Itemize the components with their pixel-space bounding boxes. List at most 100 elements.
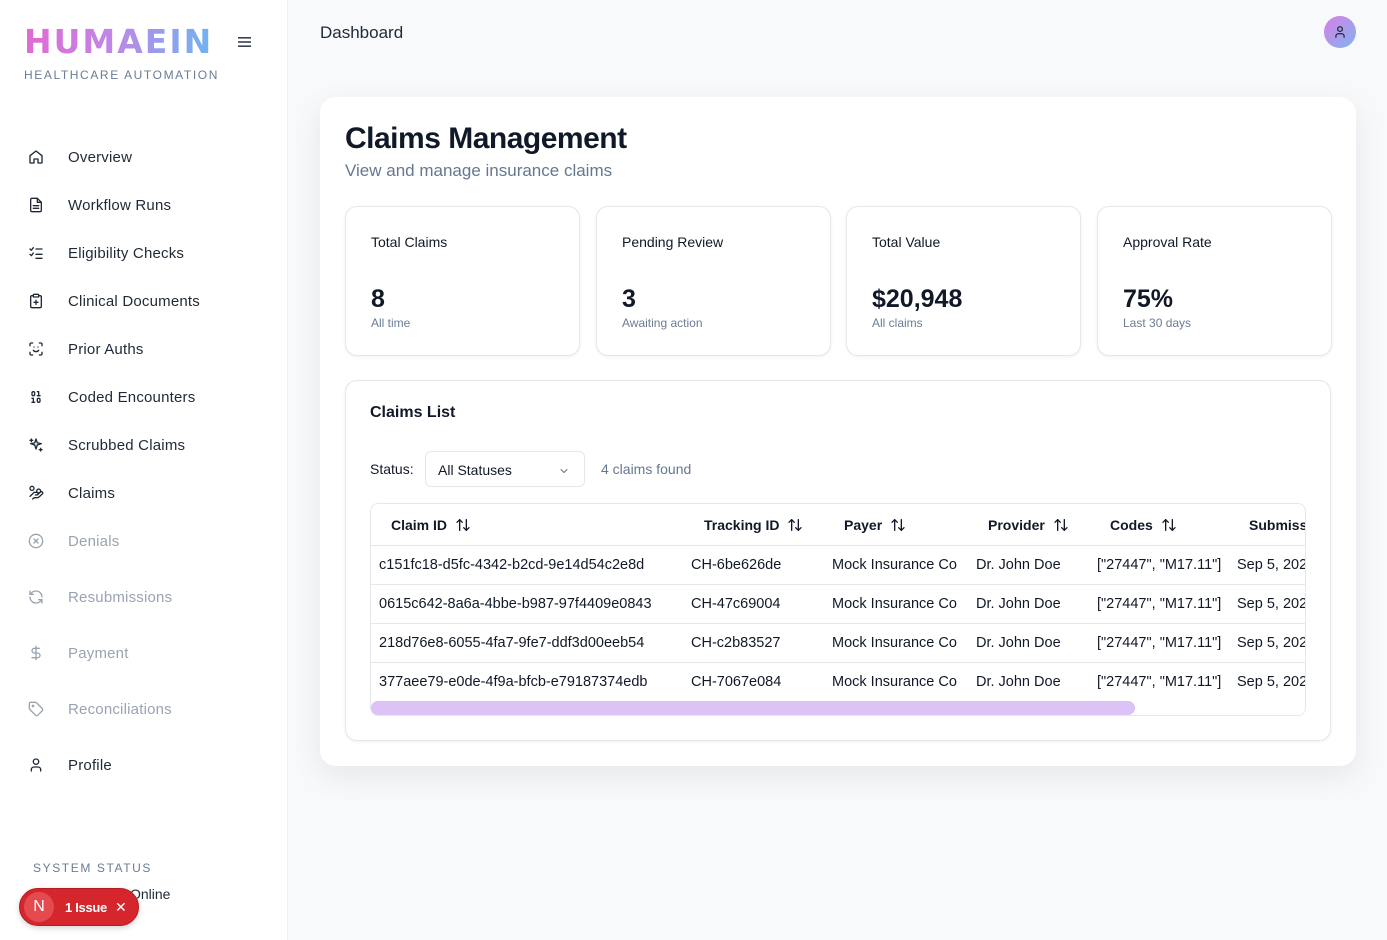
cell-payer: Mock Insurance Co (832, 557, 957, 573)
sidebar-item-workflow-runs[interactable]: Workflow Runs (24, 189, 264, 221)
scan-face-icon (24, 337, 48, 361)
claims-list-title: Claims List (370, 404, 456, 421)
cell-submission-date: Sep 5, 202 (1237, 674, 1306, 690)
refresh-icon (24, 585, 48, 609)
cell-submission-date: Sep 5, 202 (1237, 596, 1306, 612)
cell-provider: Dr. John Doe (976, 596, 1061, 612)
cell-codes: ["27447", "M17.11"] (1097, 635, 1222, 651)
stat-label: Pending Review (622, 234, 724, 250)
cell-claim-id: 0615c642-8a6a-4bbe-b987-97f4409e0843 (379, 596, 652, 612)
column-header-codes[interactable]: Codes (1110, 504, 1177, 545)
cell-tracking-id: CH-c2b83527 (691, 635, 781, 651)
column-header-tracking-id[interactable]: Tracking ID (704, 504, 803, 545)
column-header-payer[interactable]: Payer (844, 504, 906, 545)
sort-icon (787, 517, 803, 533)
avatar[interactable] (1324, 16, 1356, 48)
sidebar-item-claims[interactable]: Claims (24, 477, 264, 509)
stat-note: All claims (872, 316, 923, 330)
brand-tagline: HEALTHCARE AUTOMATION (24, 68, 219, 82)
claims-table: Claim ID Tracking ID Payer Provider Code… (370, 503, 1306, 716)
tag-icon (24, 697, 48, 721)
cell-payer: Mock Insurance Co (832, 674, 957, 690)
list-checks-icon (24, 241, 48, 265)
sidebar-item-eligibility-checks[interactable]: Eligibility Checks (24, 237, 264, 269)
cell-provider: Dr. John Doe (976, 557, 1061, 573)
sidebar-item-label: Scrubbed Claims (68, 436, 186, 454)
stat-card-approval-rate: Approval Rate 75% Last 30 days (1097, 206, 1332, 356)
stat-card-total-value: Total Value $20,948 All claims (846, 206, 1081, 356)
cell-provider: Dr. John Doe (976, 635, 1061, 651)
sidebar-item-coded-encounters[interactable]: Coded Encounters (24, 381, 264, 413)
sidebar-item-label: Claims (68, 484, 116, 502)
user-icon (24, 753, 48, 777)
menu-toggle-button[interactable] (234, 32, 256, 52)
column-header-label: Provider (988, 516, 1045, 533)
sidebar-item-reconciliations[interactable]: Reconciliations (24, 693, 264, 725)
horizontal-scrollbar-thumb[interactable] (371, 701, 1135, 715)
sidebar-item-denials[interactable]: Denials (24, 525, 264, 557)
page-subtitle: View and manage insurance claims (345, 161, 613, 180)
column-header-label: Payer (844, 516, 883, 533)
table-row[interactable]: c151fc18-d5fc-4342-b2cd-9e14d54c2e8d CH-… (371, 545, 1306, 584)
sidebar-item-label: Workflow Runs (68, 196, 172, 214)
sort-icon (1161, 517, 1177, 533)
stat-card-pending-review: Pending Review 3 Awaiting action (596, 206, 831, 356)
sidebar-item-resubmissions[interactable]: Resubmissions (24, 581, 264, 613)
stat-value: 8 (371, 285, 385, 313)
cell-codes: ["27447", "M17.11"] (1097, 557, 1222, 573)
table-row[interactable]: 377aee79-e0de-4f9a-bfcb-e79187374edb CH-… (371, 662, 1306, 701)
stat-value: $20,948 (872, 285, 963, 313)
stat-note: Awaiting action (622, 316, 703, 330)
sidebar-item-profile[interactable]: Profile (24, 749, 264, 781)
cell-tracking-id: CH-47c69004 (691, 596, 781, 612)
sidebar-item-overview[interactable]: Overview (24, 141, 264, 173)
cell-payer: Mock Insurance Co (832, 596, 957, 612)
column-header-claim-id[interactable]: Claim ID (391, 504, 471, 545)
sort-icon (455, 517, 471, 533)
column-header-label: Tracking ID (704, 516, 780, 533)
cell-claim-id: 377aee79-e0de-4f9a-bfcb-e79187374edb (379, 674, 648, 690)
sidebar-item-scrubbed-claims[interactable]: Scrubbed Claims (24, 429, 264, 461)
home-icon (24, 145, 48, 169)
cell-claim-id: c151fc18-d5fc-4342-b2cd-9e14d54c2e8d (379, 557, 645, 573)
cell-provider: Dr. John Doe (976, 674, 1061, 690)
chevron-down-icon (558, 464, 570, 482)
issue-initial: N (24, 892, 54, 922)
table-row[interactable]: 218d76e8-6055-4fa7-9fe7-ddf3d00eeb54 CH-… (371, 623, 1306, 662)
issues-badge-button[interactable]: N 1 Issue ✕ (19, 888, 139, 926)
sort-icon (1053, 517, 1069, 533)
close-icon[interactable]: ✕ (115, 899, 127, 916)
stat-label: Total Value (872, 234, 941, 250)
cell-tracking-id: CH-7067e084 (691, 674, 782, 690)
issue-count-text: 1 Issue (65, 899, 107, 915)
sidebar-item-label: Clinical Documents (68, 292, 200, 310)
brand-logo[interactable]: HUMAEIN (24, 22, 213, 61)
column-header-submission-date[interactable]: Submiss (1249, 504, 1306, 545)
header-title: Dashboard (320, 23, 404, 42)
status-filter-select[interactable]: All Statuses (425, 451, 585, 487)
table-row[interactable]: 0615c642-8a6a-4bbe-b987-97f4409e0843 CH-… (371, 584, 1306, 623)
claims-count: 4 claims found (601, 461, 692, 477)
column-header-label: Submiss (1249, 516, 1306, 533)
cell-submission-date: Sep 5, 202 (1237, 557, 1306, 573)
user-icon (1335, 26, 1345, 38)
stat-note: All time (371, 316, 411, 330)
sidebar-item-payment[interactable]: Payment (24, 637, 264, 669)
status-filter-value: All Statuses (438, 462, 512, 478)
hamburger-icon (238, 37, 251, 47)
stat-label: Total Claims (371, 234, 448, 250)
sidebar-item-clinical-documents[interactable]: Clinical Documents (24, 285, 264, 317)
sidebar-item-label: Eligibility Checks (68, 244, 185, 262)
page-title: Claims Management (345, 122, 627, 155)
status-filter-label: Status: (370, 461, 414, 477)
cell-claim-id: 218d76e8-6055-4fa7-9fe7-ddf3d00eeb54 (379, 635, 645, 651)
cell-payer: Mock Insurance Co (832, 635, 957, 651)
cell-submission-date: Sep 5, 202 (1237, 635, 1306, 651)
system-status-label: SYSTEM STATUS (33, 861, 153, 875)
dollar-icon (24, 641, 48, 665)
sidebar-item-label: Prior Auths (68, 340, 144, 358)
binary-icon (24, 385, 48, 409)
column-header-provider[interactable]: Provider (988, 504, 1069, 545)
stat-label: Approval Rate (1123, 234, 1212, 250)
sidebar-item-prior-auths[interactable]: Prior Auths (24, 333, 264, 365)
